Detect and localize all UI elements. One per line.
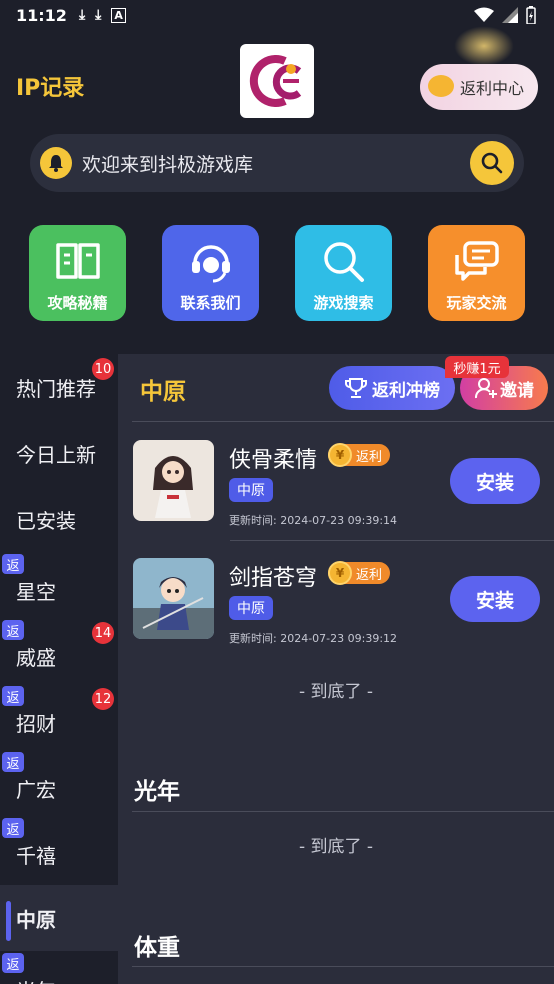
rebate-tag: 返: [2, 818, 24, 838]
earn-tag: 秒赚1元: [445, 356, 509, 378]
count-badge: 14: [92, 622, 114, 644]
sidebar-item-label: 招财: [16, 711, 56, 736]
count-badge: 12: [92, 688, 114, 710]
trophy-icon: [345, 378, 367, 398]
update-time: 更新时间: 2024-07-23 09:39:12: [229, 632, 398, 645]
logo-icon: [249, 55, 302, 107]
app-logo: [240, 44, 314, 118]
quick-action-contact[interactable]: 联系我们: [162, 225, 259, 321]
section-title: 光年: [134, 779, 180, 805]
rebate-tag: 返: [2, 752, 24, 772]
game-thumbnail: [133, 558, 214, 639]
sidebar-item-label: 已安装: [16, 508, 76, 533]
invite-label: 邀请: [500, 380, 534, 401]
region-tag: 中原: [229, 596, 273, 620]
rebate-badge: ¥ 返利: [328, 561, 391, 585]
signal-icon: [502, 7, 518, 23]
quick-action-player-chat[interactable]: 玩家交流: [428, 225, 525, 321]
status-time: 11:12: [16, 5, 67, 25]
search-icon: [481, 152, 503, 174]
bell-icon: [40, 147, 72, 179]
install-button[interactable]: 安装: [450, 576, 540, 622]
game-list-panel: 中原 返利冲榜 邀请 秒赚1元 侠骨柔情 ¥ 返利 中原 更新时间: 2024-…: [118, 354, 554, 984]
rebate-badge-label: 返利: [356, 567, 383, 583]
rebate-rank-label: 返利冲榜: [372, 380, 440, 401]
end-of-list-text: - 到底了 -: [298, 837, 374, 857]
header: IP记录 返利中心: [0, 26, 554, 126]
sidebar-item-zhongyuan[interactable]: 中原: [0, 885, 118, 951]
rebate-center-button[interactable]: 返利中心: [420, 64, 538, 110]
coin-icon: ¥: [328, 561, 352, 585]
game-item[interactable]: 侠骨柔情 ¥ 返利 中原 更新时间: 2024-07-23 09:39:14 安…: [118, 440, 554, 550]
coin-icon: [428, 75, 454, 97]
sidebar-item-installed[interactable]: 已安装: [0, 486, 118, 552]
sidebar-item-label: 光年: [16, 975, 56, 984]
category-sidebar: 热门推荐 10 今日上新 已安装 返 星空 返 威盛 14 返 招财 12 返 …: [0, 354, 118, 984]
sidebar-item-label: 星空: [16, 579, 56, 604]
sidebar-item-label: 千禧: [16, 843, 56, 868]
quick-action-game-search[interactable]: 游戏搜索: [295, 225, 392, 321]
section-title: 体重: [134, 935, 180, 961]
quick-action-guides[interactable]: 攻略秘籍: [29, 225, 126, 321]
rebate-tag: 返: [2, 953, 24, 973]
quick-action-label: 攻略秘籍: [47, 294, 108, 312]
notification-a-icon: A: [111, 7, 126, 23]
sidebar-item-guangnian[interactable]: 返 光年: [0, 951, 118, 984]
wifi-icon: [474, 7, 494, 22]
game-name: 剑指苍穹: [229, 566, 318, 591]
sidebar-item-new-today[interactable]: 今日上新: [0, 420, 118, 486]
add-user-icon: [474, 378, 497, 399]
sidebar-item-label: 广宏: [16, 777, 56, 802]
page-title: IP记录: [16, 76, 85, 101]
status-indicators: [474, 6, 536, 24]
chat-icon: [454, 241, 499, 281]
sidebar-item-guanghong[interactable]: 返 广宏: [0, 750, 118, 816]
rebate-center-label: 返利中心: [459, 79, 524, 98]
sidebar-item-weisheng[interactable]: 返 威盛 14: [0, 618, 118, 684]
rebate-tag: 返: [2, 686, 24, 706]
download-icon: ⤓: [95, 7, 102, 23]
glow-decoration: [454, 26, 514, 66]
update-time: 更新时间: 2024-07-23 09:39:14: [229, 514, 398, 527]
quick-action-label: 联系我们: [180, 294, 241, 312]
rebate-tag: 返: [2, 620, 24, 640]
sidebar-item-label: 今日上新: [16, 442, 96, 467]
divider: [132, 811, 554, 812]
quick-action-label: 游戏搜索: [313, 294, 374, 312]
game-thumbnail: [133, 440, 214, 521]
sidebar-item-hot[interactable]: 热门推荐 10: [0, 354, 118, 420]
sidebar-item-qianxi[interactable]: 返 千禧: [0, 816, 118, 882]
game-name: 侠骨柔情: [229, 448, 318, 473]
search-icon: [323, 242, 364, 282]
region-tag: 中原: [229, 478, 273, 502]
end-of-list-text: - 到底了 -: [298, 682, 374, 702]
section-title: 中原: [140, 379, 186, 405]
rebate-badge-label: 返利: [356, 449, 383, 465]
install-button[interactable]: 安装: [450, 458, 540, 504]
battery-icon: [526, 6, 536, 24]
sidebar-item-xingkong[interactable]: 返 星空: [0, 552, 118, 618]
count-badge: 10: [92, 358, 114, 380]
rebate-badge: ¥ 返利: [328, 443, 391, 467]
search-input[interactable]: 欢迎来到抖极游戏库: [82, 150, 470, 177]
game-item[interactable]: 剑指苍穹 ¥ 返利 中原 更新时间: 2024-07-23 09:39:12 安…: [118, 558, 554, 668]
divider: [132, 421, 554, 422]
sidebar-item-label: 中原: [16, 907, 56, 932]
divider: [230, 540, 554, 541]
quick-action-label: 玩家交流: [446, 294, 507, 312]
search-bar[interactable]: 欢迎来到抖极游戏库: [30, 134, 524, 192]
download-icon: ⤓: [78, 7, 86, 23]
sidebar-item-label: 热门推荐: [16, 376, 96, 401]
quick-actions: 攻略秘籍 联系我们 游戏搜索 玩家交流: [0, 225, 554, 325]
rebate-rank-button[interactable]: 返利冲榜: [329, 366, 455, 410]
sidebar-item-zhaocai[interactable]: 返 招财 12: [0, 684, 118, 750]
headset-icon: [191, 245, 230, 283]
sidebar-item-label: 威盛: [16, 645, 56, 670]
search-button[interactable]: [470, 141, 514, 185]
book-icon: [55, 243, 100, 279]
divider: [132, 966, 554, 967]
coin-icon: ¥: [328, 443, 352, 467]
rebate-tag: 返: [2, 554, 24, 574]
